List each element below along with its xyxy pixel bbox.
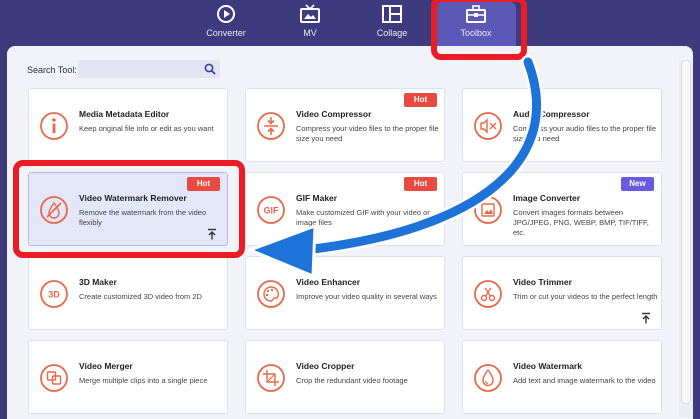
annotation-arrow [248,55,544,278]
